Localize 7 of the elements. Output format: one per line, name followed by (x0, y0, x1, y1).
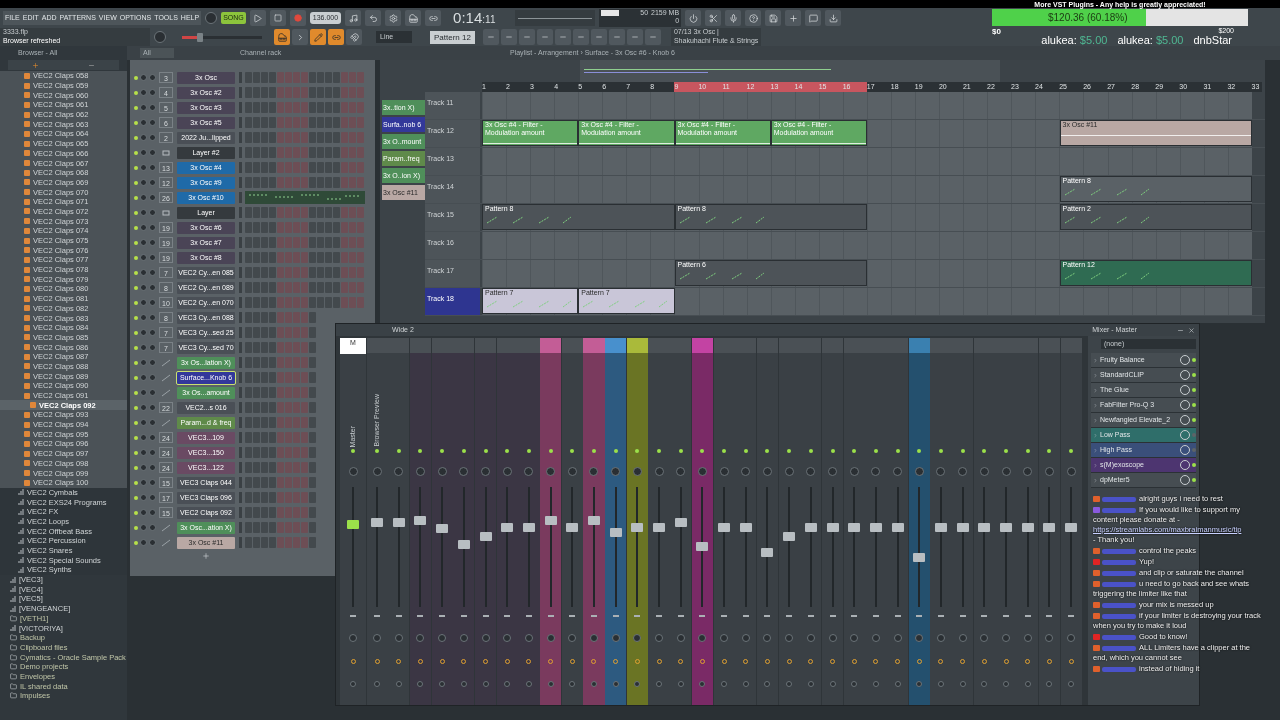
donor-entry: alukea: $5.00 (1117, 33, 1184, 48)
donor-entry: dnbStar (1193, 34, 1232, 48)
time-display: 0:14:11 (453, 9, 497, 27)
donation-amount: $120.36 (60.18%) (1048, 11, 1128, 24)
donor-entry: alukea: $5.00 (1041, 33, 1108, 48)
pattern-selector[interactable]: Pattern 12 (430, 30, 475, 44)
goal-min: $0 (992, 26, 1001, 38)
